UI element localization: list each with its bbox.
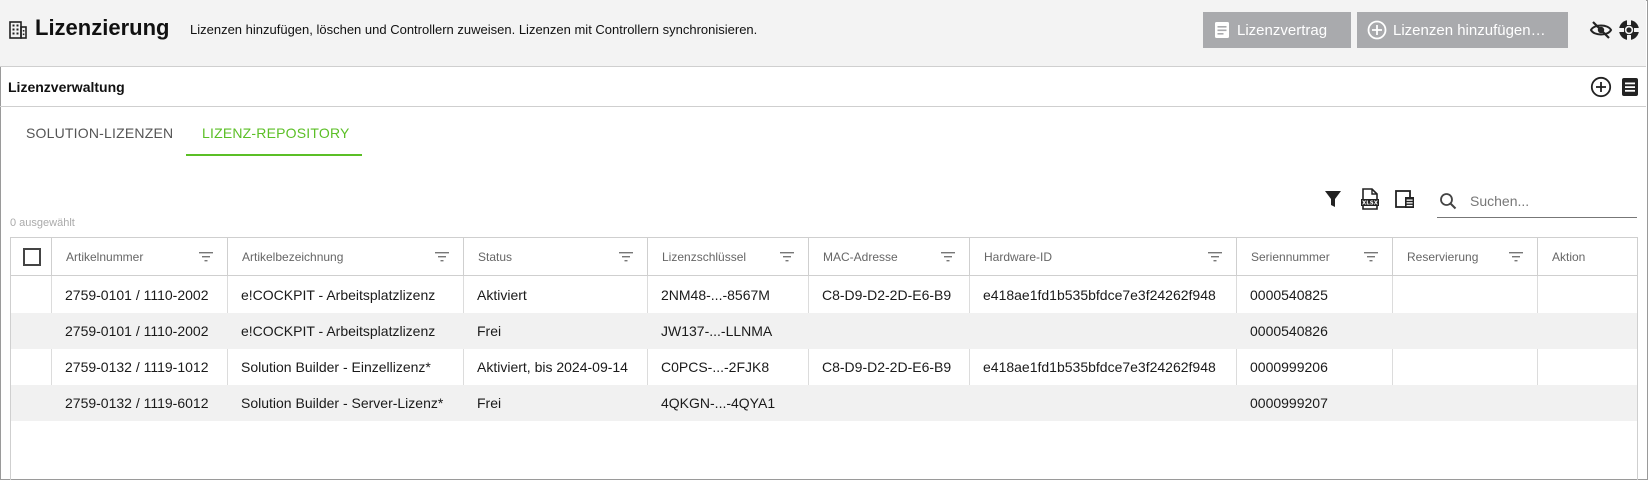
- document-icon: [1213, 21, 1231, 39]
- column-header[interactable]: Status: [463, 238, 647, 276]
- tab-solution-licenses[interactable]: SOLUTION-LIZENZEN: [26, 125, 173, 141]
- add-circle-icon[interactable]: [1590, 76, 1612, 98]
- add-licenses-button[interactable]: Lizenzen hinzufügen…: [1357, 12, 1568, 48]
- column-label: Lizenzschlüssel: [662, 250, 747, 264]
- cell-article-name: Solution Builder - Einzellizenz*: [241, 359, 431, 375]
- cell-serial-number: 0000540826: [1250, 323, 1328, 339]
- eye-slash-icon[interactable]: [1589, 18, 1613, 42]
- license-contract-label: Lizenzvertrag: [1237, 21, 1328, 39]
- cell-license-key: 4QKGN-...-4QYA1: [661, 395, 776, 411]
- search-icon: [1440, 193, 1457, 210]
- column-filter-icon[interactable]: [941, 251, 955, 263]
- column-label: Artikelnummer: [66, 250, 144, 264]
- cell-article-number: 2759-0101 / 1110-2002: [65, 287, 209, 303]
- column-filter-icon[interactable]: [199, 251, 213, 263]
- column-header[interactable]: Artikelbezeichnung: [227, 238, 463, 276]
- table-row[interactable]: 2759-0132 / 1119-6012 Solution Builder -…: [11, 385, 1637, 421]
- column-label: Hardware-ID: [984, 250, 1053, 264]
- select-all-checkbox[interactable]: [23, 248, 41, 266]
- column-label: Artikelbezeichnung: [242, 250, 344, 264]
- column-header[interactable]: MAC-Adresse: [808, 238, 969, 276]
- building-icon: [9, 21, 27, 39]
- column-header[interactable]: Seriennummer: [1236, 238, 1392, 276]
- cell-status: Frei: [477, 395, 502, 411]
- column-label: Seriennummer: [1251, 250, 1330, 264]
- column-label: Status: [478, 250, 513, 264]
- column-header[interactable]: Reservierung: [1392, 238, 1537, 276]
- cell-hardware-id: e418ae1fd1b535bfdce7e3f24262f948: [983, 287, 1216, 303]
- cell-mac-address: C8-D9-D2-2D-E6-B9: [822, 359, 952, 375]
- add-licenses-label: Lizenzen hinzufügen…: [1393, 21, 1546, 39]
- active-tab-indicator: [186, 154, 362, 156]
- search-field[interactable]: [1437, 184, 1637, 218]
- cell-article-number: 2759-0132 / 1119-1012: [65, 359, 209, 375]
- column-filter-icon[interactable]: [619, 251, 633, 263]
- page-header: Lizenzierung Lizenzen hinzufügen, lösche…: [0, 0, 1646, 67]
- column-label: Aktion: [1552, 250, 1586, 264]
- license-table: Artikelnummer Artikelbezeichnung Status …: [10, 237, 1638, 480]
- column-header: Aktion: [1537, 238, 1639, 276]
- cell-mac-address: C8-D9-D2-2D-E6-B9: [822, 287, 952, 303]
- table-row[interactable]: 2759-0132 / 1119-1012 Solution Builder -…: [11, 349, 1637, 385]
- column-settings-icon[interactable]: [1394, 188, 1416, 210]
- column-filter-icon[interactable]: [1509, 251, 1523, 263]
- cell-serial-number: 0000540825: [1250, 287, 1328, 303]
- column-filter-icon[interactable]: [1208, 251, 1222, 263]
- cell-status: Frei: [477, 323, 502, 339]
- page-title: Lizenzierung: [35, 15, 170, 40]
- document-list-icon[interactable]: [1619, 76, 1641, 98]
- license-contract-button[interactable]: Lizenzvertrag: [1203, 12, 1351, 48]
- plus-circle-icon: [1367, 20, 1387, 40]
- cell-license-key: 2NM48-...-8567M: [661, 287, 770, 303]
- cell-article-number: 2759-0132 / 1119-6012: [65, 395, 209, 411]
- column-label: MAC-Adresse: [823, 250, 898, 264]
- tab-license-repository[interactable]: LIZENZ-REPOSITORY: [202, 125, 350, 141]
- cell-status: Aktiviert, bis 2024-09-14: [477, 359, 628, 375]
- cell-serial-number: 0000999206: [1250, 359, 1328, 375]
- search-input[interactable]: [1470, 190, 1630, 212]
- page-subtitle: Lizenzen hinzufügen, löschen und Control…: [190, 22, 758, 37]
- cell-article-name: e!COCKPIT - Arbeitsplatzlizenz: [241, 323, 436, 339]
- section-bar: Lizenzverwaltung: [0, 67, 1646, 107]
- column-header[interactable]: Hardware-ID: [969, 238, 1236, 276]
- cell-status: Aktiviert: [477, 287, 527, 303]
- column-label: Reservierung: [1407, 250, 1479, 264]
- export-xlsx-icon[interactable]: XLSX: [1359, 188, 1381, 210]
- section-title: Lizenzverwaltung: [8, 79, 125, 95]
- column-filter-icon[interactable]: [780, 251, 794, 263]
- column-filter-icon[interactable]: [435, 251, 449, 263]
- cell-license-key: JW137-...-LLNMA: [661, 323, 773, 339]
- column-filter-icon[interactable]: [1364, 251, 1378, 263]
- cell-article-name: Solution Builder - Server-Lizenz*: [241, 395, 444, 411]
- cell-hardware-id: e418ae1fd1b535bfdce7e3f24262f948: [983, 359, 1216, 375]
- select-all-cell: [11, 238, 51, 276]
- table-header: Artikelnummer Artikelbezeichnung Status …: [11, 238, 1637, 276]
- svg-text:XLSX: XLSX: [1362, 201, 1379, 207]
- selected-count: 0 ausgewählt: [10, 217, 75, 229]
- table-row[interactable]: 2759-0101 / 1110-2002 e!COCKPIT - Arbeit…: [11, 313, 1637, 349]
- cell-serial-number: 0000999207: [1250, 395, 1328, 411]
- column-header[interactable]: Artikelnummer: [51, 238, 227, 276]
- cell-article-name: e!COCKPIT - Arbeitsplatzlizenz: [241, 287, 436, 303]
- cell-article-number: 2759-0101 / 1110-2002: [65, 323, 209, 339]
- column-header[interactable]: Lizenzschlüssel: [647, 238, 808, 276]
- table-row[interactable]: 2759-0101 / 1110-2002 e!COCKPIT - Arbeit…: [11, 277, 1637, 313]
- help-lifebuoy-icon[interactable]: [1617, 18, 1641, 42]
- filter-icon[interactable]: [1322, 188, 1344, 210]
- cell-license-key: C0PCS-...-2FJK8: [661, 359, 770, 375]
